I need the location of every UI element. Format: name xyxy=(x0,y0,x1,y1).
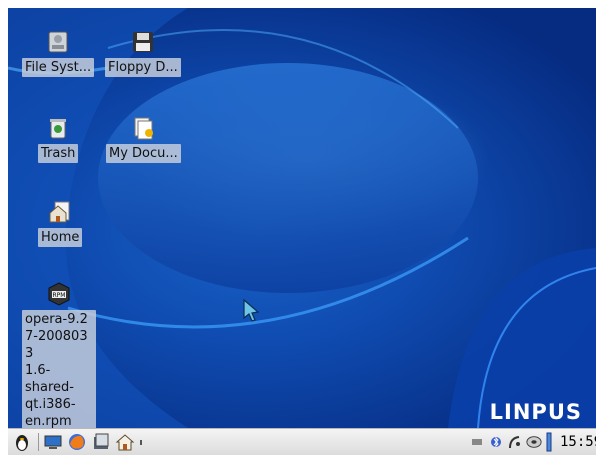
clock[interactable]: 15:59 xyxy=(556,434,596,450)
desktop-icon-trash[interactable]: Trash xyxy=(38,114,79,163)
desktop-icon-opera-rpm[interactable]: RPM opera-9.2 7-2008033 1.6- shared- qt.… xyxy=(22,280,96,428)
desktop-icon-label: Trash xyxy=(38,144,79,163)
network-icon[interactable] xyxy=(469,434,485,450)
desktop-icon-label: Home xyxy=(38,228,83,247)
trash-icon xyxy=(44,114,72,142)
taskbar: 15:59 xyxy=(8,428,596,455)
volume-icon[interactable] xyxy=(545,432,553,452)
wifi-icon[interactable] xyxy=(507,434,523,450)
desktop-icon-label: File Syst... xyxy=(22,58,95,77)
desktop-icon-floppy[interactable]: Floppy D... xyxy=(105,28,181,77)
firefox-icon[interactable] xyxy=(66,431,88,453)
home-folder-icon xyxy=(46,198,74,226)
wallpaper xyxy=(8,8,596,428)
penguin-menu-icon[interactable] xyxy=(11,431,33,453)
svg-text:RPM: RPM xyxy=(53,292,66,299)
home-icon[interactable] xyxy=(114,431,136,453)
hard-drive-icon xyxy=(44,28,72,56)
disk-icon[interactable] xyxy=(526,434,542,450)
mouse-cursor-icon xyxy=(243,298,260,322)
desktop-icon-file-system[interactable]: File Syst... xyxy=(22,28,95,77)
desktop-icon-label: Floppy D... xyxy=(105,58,181,77)
desktop-icon-my-documents[interactable]: My Docu... xyxy=(106,114,181,163)
show-desktop-icon[interactable] xyxy=(42,431,64,453)
taskbar-separator xyxy=(38,433,39,451)
desktop-icon-home[interactable]: Home xyxy=(38,198,83,247)
floppy-disk-icon xyxy=(129,28,157,56)
desktop-icon-label: opera-9.2 7-2008033 1.6- shared- qt.i386… xyxy=(22,310,96,428)
file-manager-icon[interactable] xyxy=(90,431,112,453)
bluetooth-icon[interactable] xyxy=(488,434,504,450)
rpm-package-icon: RPM xyxy=(45,280,73,308)
linpus-logo: LINPUS xyxy=(489,400,582,424)
documents-icon xyxy=(129,114,157,142)
desktop: File Syst... Floppy D... Trash My Docu..… xyxy=(8,8,596,428)
taskbar-handle-icon[interactable] xyxy=(138,431,144,453)
system-tray: 15:59 xyxy=(469,429,596,455)
desktop-icon-label: My Docu... xyxy=(106,144,181,163)
